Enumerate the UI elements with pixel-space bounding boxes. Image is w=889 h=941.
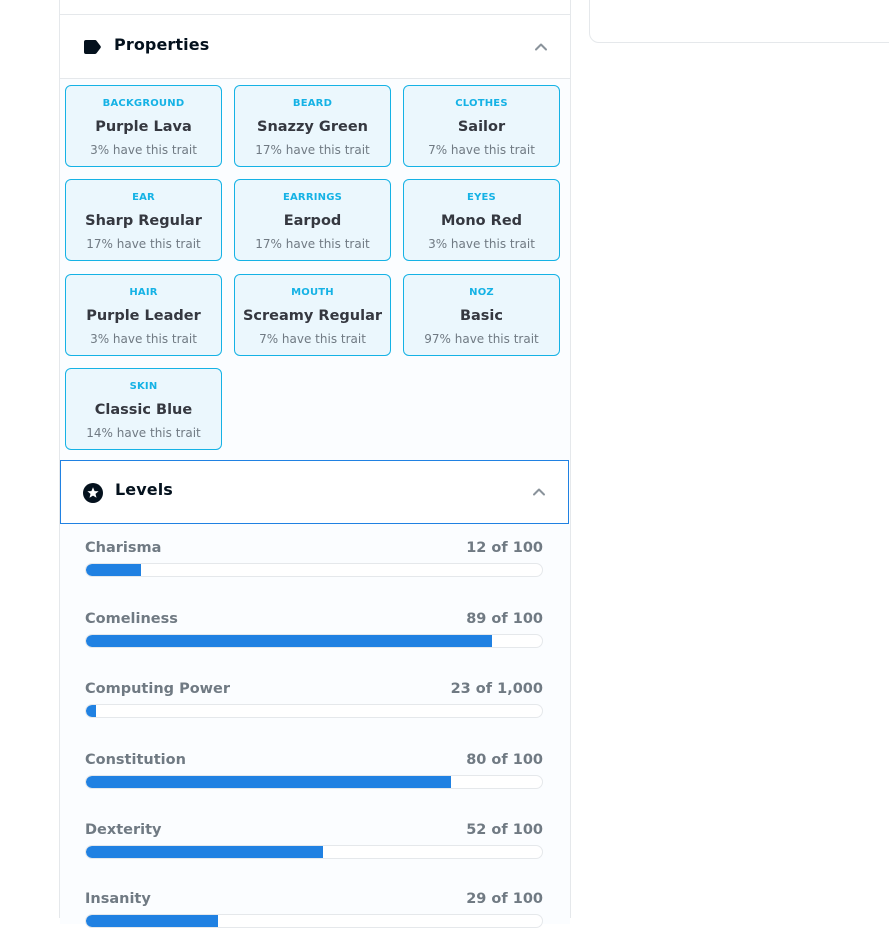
level-item-charisma: Charisma 12 of 100	[85, 540, 543, 590]
properties-title: Properties	[114, 35, 210, 54]
level-progress-fill	[86, 635, 492, 647]
level-progress-fill	[86, 915, 219, 927]
level-value: 80 of 100	[466, 752, 543, 768]
trait-rarity: 3% have this trait	[428, 237, 535, 251]
level-progress-fill	[86, 846, 324, 858]
levels-accordion-header[interactable]: Levels	[60, 460, 569, 524]
level-progress-bar	[85, 845, 543, 859]
level-progress-bar	[85, 563, 543, 577]
level-item-insanity: Insanity 29 of 100	[85, 891, 543, 941]
item-details-panel: Properties BACKGROUND Purple Lava 3% hav…	[59, 0, 571, 928]
level-item-dexterity: Dexterity 52 of 100	[85, 822, 543, 872]
trait-card-hair[interactable]: HAIR Purple Leader 3% have this trait	[65, 274, 222, 356]
trait-rarity: 3% have this trait	[90, 332, 197, 346]
level-value: 89 of 100	[466, 611, 543, 627]
trait-type: BEARD	[292, 98, 333, 109]
trait-value: Snazzy Green	[257, 119, 368, 135]
level-value: 29 of 100	[466, 891, 543, 907]
level-name: Dexterity	[85, 822, 162, 838]
level-progress-bar	[85, 775, 543, 789]
properties-accordion-header[interactable]: Properties	[60, 15, 570, 79]
trait-type: EYES	[467, 192, 496, 203]
trait-value: Purple Lava	[95, 119, 192, 135]
trait-rarity: 7% have this trait	[428, 143, 535, 157]
tag-icon	[84, 40, 101, 54]
level-item-comeliness: Comeliness 89 of 100	[85, 611, 543, 661]
trait-rarity: 17% have this trait	[255, 143, 370, 157]
trait-value: Mono Red	[440, 213, 523, 229]
trait-value: Sailor	[457, 119, 506, 135]
star-badge-icon	[83, 483, 103, 503]
trait-type: EARRINGS	[282, 192, 343, 203]
level-name: Charisma	[85, 540, 162, 556]
trait-value: Screamy Regular	[242, 308, 383, 324]
level-item-constitution: Constitution 80 of 100	[85, 752, 543, 802]
trait-type: EAR	[132, 192, 155, 203]
chevron-up-icon[interactable]	[532, 485, 546, 499]
trait-rarity: 97% have this trait	[424, 332, 539, 346]
trait-card-background[interactable]: BACKGROUND Purple Lava 3% have this trai…	[65, 85, 222, 167]
level-value: 23 of 1,000	[450, 681, 543, 697]
chevron-up-icon[interactable]	[534, 40, 548, 54]
trait-type: HAIR	[129, 287, 158, 298]
trait-type: BACKGROUND	[102, 98, 185, 109]
trait-card-ear[interactable]: EAR Sharp Regular 17% have this trait	[65, 179, 222, 261]
levels-title: Levels	[115, 480, 173, 499]
level-name: Computing Power	[85, 681, 231, 697]
level-item-computing-power: Computing Power 23 of 1,000	[85, 681, 543, 731]
level-name: Insanity	[85, 891, 151, 907]
trait-card-mouth[interactable]: MOUTH Screamy Regular 7% have this trait	[234, 274, 391, 356]
properties-grid: BACKGROUND Purple Lava 3% have this trai…	[60, 79, 570, 460]
trait-type: CLOTHES	[455, 98, 508, 109]
level-progress-bar	[85, 634, 543, 648]
trait-rarity: 17% have this trait	[255, 237, 370, 251]
trait-rarity: 7% have this trait	[259, 332, 366, 346]
level-progress-fill	[86, 705, 97, 717]
trait-card-beard[interactable]: BEARD Snazzy Green 17% have this trait	[234, 85, 391, 167]
level-name: Constitution	[85, 752, 186, 768]
trait-card-earrings[interactable]: EARRINGS Earpod 17% have this trait	[234, 179, 391, 261]
trait-value: Sharp Regular	[85, 213, 202, 229]
trait-value: Basic	[459, 308, 504, 324]
level-value: 52 of 100	[466, 822, 543, 838]
levels-list: Charisma 12 of 100 Comeliness 89 of 100 …	[60, 524, 570, 928]
trait-card-noz[interactable]: NOZ Basic 97% have this trait	[403, 274, 560, 356]
trait-value: Purple Leader	[86, 308, 201, 324]
level-progress-fill	[86, 776, 451, 788]
trait-card-skin[interactable]: SKIN Classic Blue 14% have this trait	[65, 368, 222, 450]
trait-rarity: 14% have this trait	[86, 426, 201, 440]
trait-card-eyes[interactable]: EYES Mono Red 3% have this trait	[403, 179, 560, 261]
trait-rarity: 17% have this trait	[86, 237, 201, 251]
trait-type: NOZ	[469, 287, 494, 298]
level-value: 12 of 100	[466, 540, 543, 556]
level-progress-fill	[86, 564, 141, 576]
trait-card-clothes[interactable]: CLOTHES Sailor 7% have this trait	[403, 85, 560, 167]
trait-rarity: 3% have this trait	[90, 143, 197, 157]
level-progress-bar	[85, 914, 543, 928]
side-info-card	[589, 0, 889, 43]
trait-value: Classic Blue	[94, 402, 193, 418]
level-progress-bar	[85, 704, 543, 718]
level-name: Comeliness	[85, 611, 178, 627]
trait-type: MOUTH	[291, 287, 334, 298]
trait-value: Earpod	[283, 213, 342, 229]
trait-type: SKIN	[129, 381, 158, 392]
